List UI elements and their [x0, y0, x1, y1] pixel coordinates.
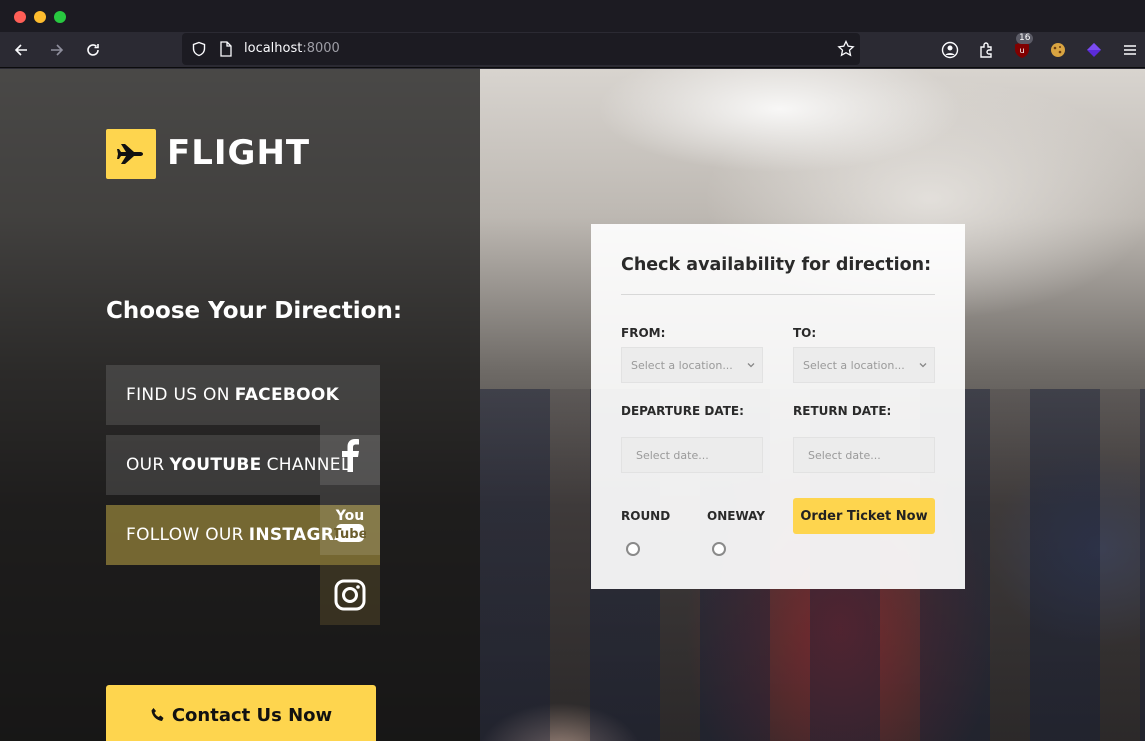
address-bar[interactable]: localhost:8000	[182, 33, 860, 65]
facebook-icon	[342, 439, 359, 472]
forward-button[interactable]	[45, 38, 69, 62]
chevron-down-icon	[747, 363, 755, 368]
close-window-button[interactable]	[14, 11, 26, 23]
gem-extension-button[interactable]	[1084, 40, 1104, 60]
booking-divider	[621, 294, 935, 295]
facebook-link[interactable]: FIND US ON FACEBOOK	[106, 365, 380, 425]
arrow-left-icon	[14, 44, 27, 56]
youtube-link-bold: YOUTUBE	[169, 455, 262, 475]
round-trip-radio[interactable]	[626, 542, 640, 556]
chevron-down-icon	[919, 363, 927, 368]
hamburger-menu-icon	[1124, 45, 1136, 55]
airplane-icon	[117, 144, 143, 164]
to-select-value: Select a location...	[803, 358, 905, 372]
browser-titlebar	[0, 0, 1145, 32]
facebook-link-bold: FACEBOOK	[234, 385, 340, 405]
phone-icon	[150, 707, 166, 723]
youtube-link-prefix: OUR	[126, 455, 165, 475]
return-date-label: RETURN DATE:	[793, 404, 892, 418]
account-icon	[941, 41, 959, 59]
to-select[interactable]: Select a location...	[793, 347, 935, 383]
return-date-input[interactable]: Select date...	[793, 437, 935, 473]
youtube-icon: You Tube	[334, 508, 366, 542]
reload-icon	[87, 44, 99, 56]
back-button[interactable]	[9, 38, 33, 62]
logo-text[interactable]: FLIGHT	[167, 133, 310, 173]
round-trip-label: ROUND	[621, 509, 671, 523]
instagram-link-prefix: FOLLOW OUR	[126, 525, 244, 545]
extensions-button[interactable]	[977, 40, 997, 60]
reload-button[interactable]	[81, 38, 105, 62]
puzzle-icon	[980, 42, 992, 58]
order-ticket-button[interactable]: Order Ticket Now	[793, 498, 935, 534]
facebook-link-prefix: FIND US ON	[126, 385, 230, 405]
url-text: localhost:8000	[244, 41, 340, 56]
logo-badge[interactable]	[106, 129, 156, 179]
instagram-icon	[334, 579, 366, 611]
cookie-extension-button[interactable]	[1048, 40, 1068, 60]
oneway-radio[interactable]	[712, 542, 726, 556]
bookmark-star-icon[interactable]	[837, 40, 855, 58]
svg-text:u: u	[1019, 46, 1024, 55]
shield-icon	[192, 41, 206, 57]
browser-toolbar: localhost:8000 u	[0, 32, 1145, 68]
oneway-label: ONEWAY	[707, 509, 765, 523]
gem-icon	[1087, 43, 1101, 57]
instagram-icon-button[interactable]	[320, 565, 380, 625]
minimize-window-button[interactable]	[34, 11, 46, 23]
extension-badge: 16	[1016, 33, 1034, 44]
booking-card: Check availability for direction: FROM: …	[591, 224, 965, 589]
facebook-icon-button[interactable]	[320, 425, 380, 485]
from-label: FROM:	[621, 326, 666, 340]
cookie-icon	[1051, 43, 1065, 57]
booking-title: Check availability for direction:	[621, 255, 932, 275]
from-select-value: Select a location...	[631, 358, 733, 372]
maximize-window-button[interactable]	[54, 11, 66, 23]
account-button[interactable]	[940, 40, 960, 60]
contact-us-button[interactable]: Contact Us Now	[106, 685, 376, 741]
from-select[interactable]: Select a location...	[621, 347, 763, 383]
contact-us-label: Contact Us Now	[171, 704, 333, 726]
menu-button[interactable]	[1120, 40, 1140, 60]
youtube-icon-button[interactable]: You Tube	[320, 495, 380, 555]
departure-date-placeholder: Select date...	[636, 448, 709, 462]
arrow-right-icon	[51, 44, 64, 56]
departure-date-label: DEPARTURE DATE:	[621, 404, 744, 418]
page-icon	[220, 41, 232, 57]
to-label: TO:	[793, 326, 817, 340]
departure-date-input[interactable]: Select date...	[621, 437, 763, 473]
direction-heading: Choose Your Direction:	[106, 298, 403, 324]
svg-text:Tube: Tube	[334, 527, 366, 542]
page-viewport: FLIGHT Choose Your Direction: FIND US ON…	[0, 69, 1145, 741]
svg-text:You: You	[335, 508, 364, 524]
return-date-placeholder: Select date...	[808, 448, 881, 462]
